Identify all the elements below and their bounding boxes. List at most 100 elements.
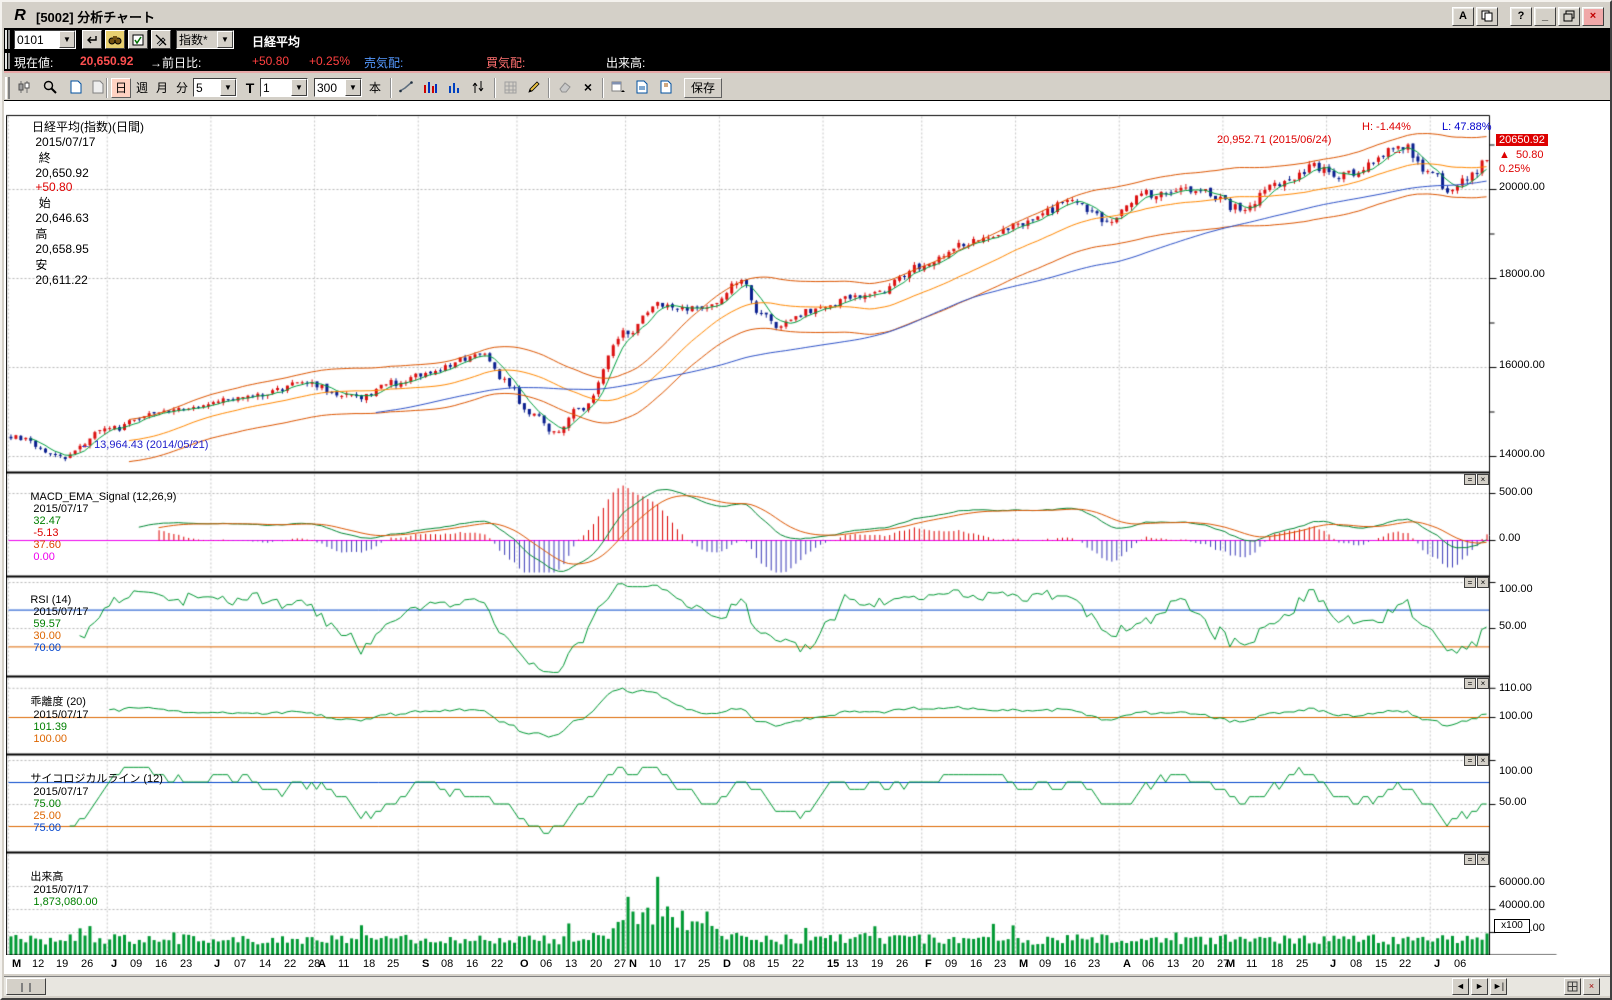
xaxis-label: 17 <box>674 958 686 970</box>
scroll-end-button[interactable]: ►| <box>1490 978 1507 995</box>
panel-minimize-button[interactable]: = <box>1464 474 1476 485</box>
main-open: 20,646.63 <box>35 211 88 225</box>
copy-chart-button[interactable] <box>88 78 108 98</box>
tick-select[interactable]: 1 ▼ <box>260 78 308 97</box>
panel-minimize-button[interactable]: = <box>1464 755 1476 766</box>
panel-minimize-button[interactable]: = <box>1464 678 1476 689</box>
eraser-icon <box>557 81 571 93</box>
kairi-base: 100.00 <box>33 733 67 745</box>
toolbar-grip[interactable] <box>5 77 10 99</box>
grid-toggle-button[interactable] <box>1564 978 1581 995</box>
rsi-panel-buttons: = × <box>1464 577 1490 588</box>
rsi-header: RSI (14) 2015/07/17 59.57 30.00 70.00 <box>12 582 88 666</box>
chevron-down-icon[interactable]: ▼ <box>220 79 236 96</box>
panel-close-button[interactable]: × <box>1477 577 1489 588</box>
period-day-button[interactable]: 日 <box>111 78 131 98</box>
symbol-code-input[interactable]: 0101 ▼ <box>14 30 76 49</box>
scroll-right-button[interactable]: ► <box>1471 978 1488 995</box>
ask-label: 売気配: <box>364 54 403 71</box>
bid-label: 買気配: <box>486 54 525 71</box>
main-low: 20,611.22 <box>35 273 88 287</box>
clear-memo-button[interactable] <box>151 30 171 49</box>
xaxis-label: 12 <box>32 958 44 970</box>
save-layout-button[interactable] <box>632 78 652 98</box>
delete-all-button[interactable]: × <box>578 78 598 98</box>
search-button[interactable] <box>105 30 125 49</box>
low-pct-annotation: L: 47.88% <box>1442 121 1492 133</box>
minute-select[interactable]: 5 ▼ <box>193 78 237 97</box>
toolbar-grip[interactable] <box>5 53 10 69</box>
category-select[interactable]: 指数* ▼ <box>176 30 234 49</box>
close-panel-button[interactable]: × <box>1583 978 1600 995</box>
restore-button[interactable] <box>1558 7 1580 26</box>
horizontal-scrollbar[interactable]: ◄ ► ►| × <box>4 976 1612 996</box>
grid-button[interactable] <box>500 78 520 98</box>
chevron-down-icon[interactable]: ▼ <box>345 79 361 96</box>
load-layout-button[interactable] <box>656 78 676 98</box>
xaxis-label: 25 <box>1296 958 1308 970</box>
date-axis: M121926J091623J07142228A111825S081622O06… <box>4 957 1612 973</box>
panel-close-button[interactable]: × <box>1477 755 1489 766</box>
panel-close-button[interactable]: × <box>1477 678 1489 689</box>
price-axis-label: 16000.00 <box>1499 359 1545 371</box>
toolbar-grip[interactable] <box>5 30 10 49</box>
xaxis-label: A <box>318 958 326 970</box>
change-label: →前日比: <box>150 54 201 71</box>
memo-button[interactable] <box>128 30 148 49</box>
save-button[interactable]: 保存 <box>684 78 722 98</box>
font-size-button[interactable]: A <box>1452 7 1474 26</box>
zoom-button[interactable] <box>40 78 60 98</box>
xaxis-label: 23 <box>180 958 192 970</box>
panel-minimize-button[interactable]: = <box>1464 854 1476 865</box>
layout-button[interactable] <box>608 78 628 98</box>
last-price-pct: 0.25% <box>1499 163 1530 175</box>
copy-window-button[interactable] <box>1476 7 1498 26</box>
panel-minimize-button[interactable]: = <box>1464 577 1476 588</box>
title-bar[interactable]: R [5002] 分析チャート A ? _ × <box>4 4 1608 28</box>
trendline-button[interactable] <box>396 78 416 98</box>
xaxis-label: 16 <box>466 958 478 970</box>
close-button[interactable]: × <box>1582 7 1604 26</box>
xaxis-label: 13 <box>565 958 577 970</box>
trendline-icon <box>399 80 413 94</box>
panel-close-button[interactable]: × <box>1477 474 1489 485</box>
bars-select[interactable]: 300 ▼ <box>314 78 362 97</box>
chart-canvas[interactable] <box>6 103 1608 955</box>
macd-zero-value: 0.00 <box>33 551 54 563</box>
psy-upper: 75.00 <box>33 822 61 834</box>
window-title: [5002] 分析チャート <box>36 7 155 26</box>
chevron-down-icon[interactable]: ▼ <box>291 79 307 96</box>
price-axis-label: 18000.00 <box>1499 268 1545 280</box>
chevron-down-icon[interactable]: ▼ <box>59 31 75 48</box>
instrument-name: 日経平均 <box>252 33 300 50</box>
sub-chart-button[interactable] <box>444 78 464 98</box>
period-month-button[interactable]: 月 <box>153 78 171 98</box>
draw-button[interactable] <box>524 78 544 98</box>
new-chart-button[interactable] <box>66 78 86 98</box>
xaxis-label: 08 <box>441 958 453 970</box>
scroll-left-button[interactable]: ◄ <box>1452 978 1469 995</box>
last-price-change: ▲ 50.80 <box>1499 149 1544 161</box>
volume-header: 出来高 2015/07/17 1,873,080.00 <box>12 856 98 920</box>
minimize-button[interactable]: _ <box>1534 7 1556 26</box>
period-minute-button[interactable]: 分 <box>173 78 191 98</box>
erase-button[interactable] <box>554 78 574 98</box>
current-price-label: 現在値: <box>14 54 53 71</box>
scrollbar-thumb[interactable] <box>6 978 46 995</box>
restore-icon <box>1563 10 1575 22</box>
chevron-down-icon[interactable]: ▼ <box>217 31 233 48</box>
scale-adjust-button[interactable] <box>468 78 488 98</box>
kairi-value: 101.39 <box>33 721 67 733</box>
enter-button[interactable] <box>82 30 102 49</box>
main-title: 日経平均(指数)(日間) <box>32 120 144 134</box>
help-button[interactable]: ? <box>1510 7 1532 26</box>
memo-icon <box>132 34 144 46</box>
xaxis-label: N <box>629 958 637 970</box>
xaxis-label: O <box>520 958 529 970</box>
candlestick-type-button[interactable] <box>14 78 34 98</box>
macd-panel-buttons: = × <box>1464 474 1490 485</box>
change-pct-value: +0.25% <box>309 54 350 68</box>
indicator-add-button[interactable] <box>420 78 440 98</box>
panel-close-button[interactable]: × <box>1477 854 1489 865</box>
period-week-button[interactable]: 週 <box>133 78 151 98</box>
